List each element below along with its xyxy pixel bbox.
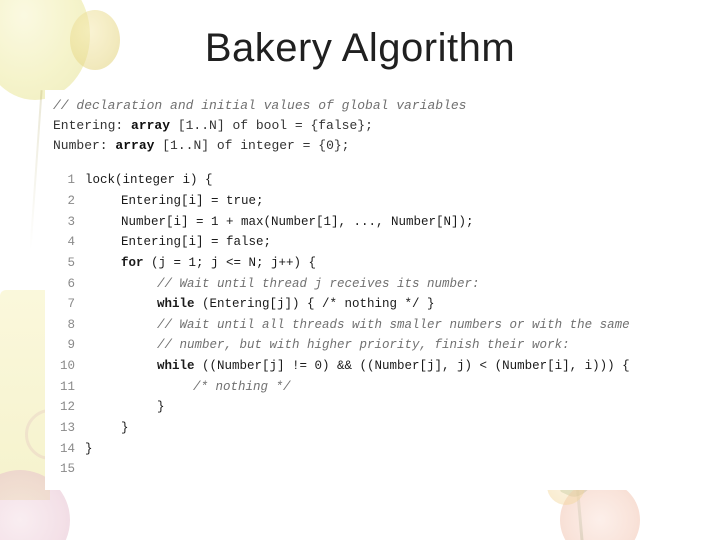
code-line: } [85, 439, 687, 460]
line-number: 7 [53, 294, 75, 315]
decl-line2-post: [1..N] of integer = {0}; [154, 138, 349, 153]
code-text: } [121, 421, 129, 435]
line-number: 2 [53, 191, 75, 212]
code-text: ((Number[j] != 0) && ((Number[j], j) < (… [195, 359, 630, 373]
code-keyword: for [121, 256, 144, 270]
code-line: while (Entering[j]) { /* nothing */ } [85, 294, 687, 315]
code-text: Entering[i] = true; [121, 194, 264, 208]
line-number: 8 [53, 315, 75, 336]
code-text: } [85, 442, 93, 456]
code-comment: // Wait until thread j receives its numb… [157, 277, 480, 291]
decl-line2-pre: Number: [53, 138, 115, 153]
slide-title: Bakery Algorithm [0, 0, 720, 81]
line-number: 4 [53, 232, 75, 253]
code-line: } [85, 397, 687, 418]
code-line: Entering[i] = true; [85, 191, 687, 212]
line-number: 1 [53, 170, 75, 191]
line-number: 5 [53, 253, 75, 274]
line-number: 13 [53, 418, 75, 439]
code-keyword: while [157, 297, 195, 311]
code-line: while ((Number[j] != 0) && ((Number[j], … [85, 356, 687, 377]
declaration-block: // declaration and initial values of glo… [53, 96, 687, 156]
code-line [85, 459, 687, 480]
code-line: /* nothing */ [85, 377, 687, 398]
line-number: 9 [53, 335, 75, 356]
decl-line1-pre: Entering: [53, 118, 131, 133]
line-number: 12 [53, 397, 75, 418]
code-line: Entering[i] = false; [85, 232, 687, 253]
code-line: // Wait until all threads with smaller n… [85, 315, 687, 336]
code-line: // Wait until thread j receives its numb… [85, 274, 687, 295]
code-line: } [85, 418, 687, 439]
code-text: } [157, 400, 165, 414]
line-number: 6 [53, 274, 75, 295]
decl-comment: // declaration and initial values of glo… [53, 98, 466, 113]
code-keyword: while [157, 359, 195, 373]
code-text: (j = 1; j <= N; j++) { [144, 256, 317, 270]
line-number: 3 [53, 212, 75, 233]
code-line: Number[i] = 1 + max(Number[1], ..., Numb… [85, 212, 687, 233]
code-comment: // Wait until all threads with smaller n… [157, 318, 630, 332]
decl-line2-kw: array [115, 138, 154, 153]
slide-content: Bakery Algorithm // declaration and init… [0, 0, 720, 540]
line-number: 11 [53, 377, 75, 398]
line-number: 10 [53, 356, 75, 377]
code-text: (Entering[j]) { /* nothing */ } [195, 297, 435, 311]
code-line: // number, but with higher priority, fin… [85, 335, 687, 356]
code-listing: 1 lock(integer i) { 2 Entering[i] = true; 3 N… [53, 170, 687, 479]
decl-line1-kw: array [131, 118, 170, 133]
code-text: lock(integer i) { [85, 173, 213, 187]
line-number: 14 [53, 439, 75, 460]
code-comment: // number, but with higher priority, fin… [157, 338, 570, 352]
code-block: // declaration and initial values of glo… [45, 90, 695, 490]
code-text: Entering[i] = false; [121, 235, 271, 249]
code-text: Number[i] = 1 + max(Number[1], ..., Numb… [121, 215, 474, 229]
code-line: for (j = 1; j <= N; j++) { [85, 253, 687, 274]
decl-line1-post: [1..N] of bool = {false}; [170, 118, 373, 133]
line-number: 15 [53, 459, 75, 480]
code-line: lock(integer i) { [85, 170, 687, 191]
code-comment: /* nothing */ [193, 380, 291, 394]
